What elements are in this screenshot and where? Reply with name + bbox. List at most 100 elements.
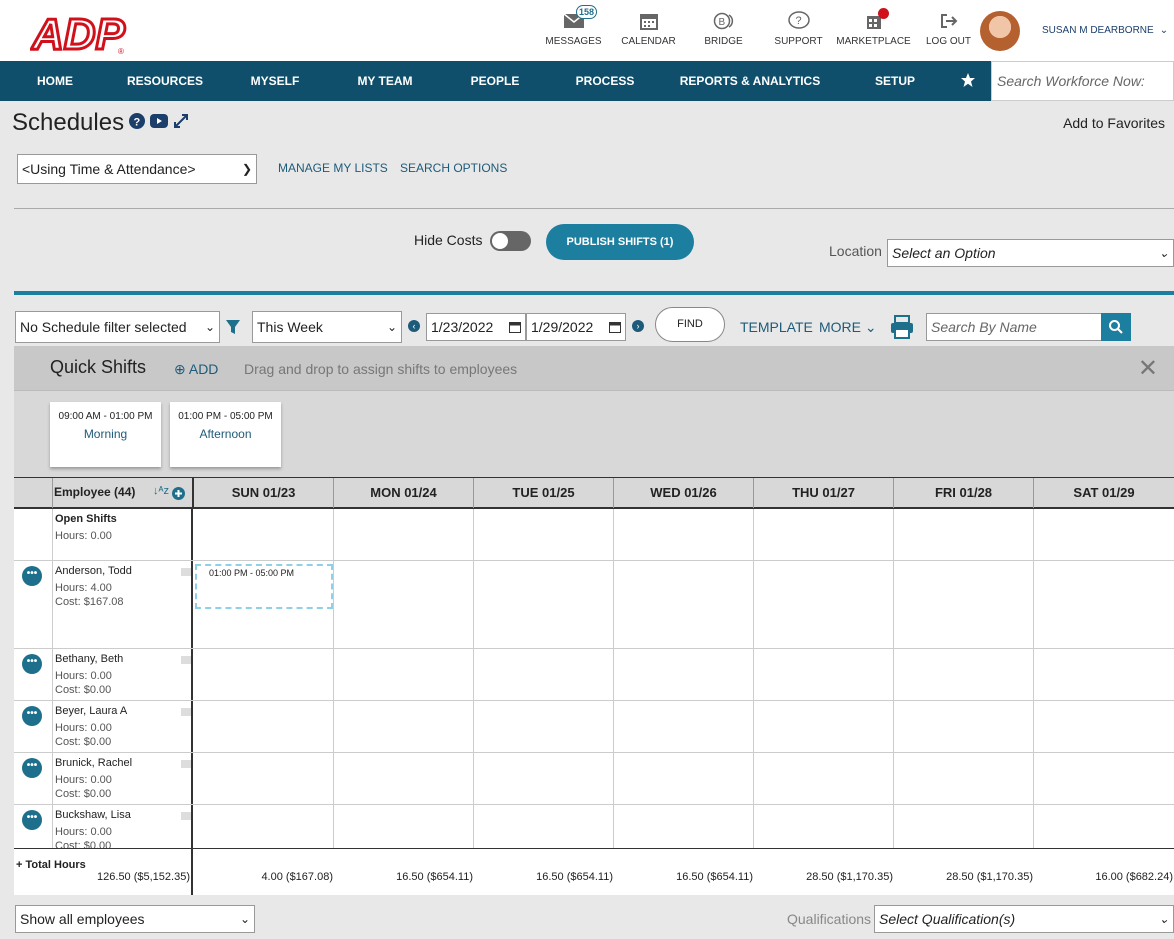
add-employee-icon[interactable] [172,487,185,500]
template-link[interactable]: TEMPLATE [740,319,813,335]
quick-shift-card-afternoon[interactable]: 01:00 PM - 05:00 PM Afternoon [170,402,281,467]
chevron-down-icon: ⌄ [1159,25,1169,36]
open-shifts-hours: Hours: 0.00 [55,530,112,542]
day-header-sun: SUN 01/23 [192,478,333,508]
svg-text:®: ® [118,47,124,55]
quick-shift-card-morning[interactable]: 09:00 AM - 01:00 PM Morning [50,402,161,467]
flag-icon[interactable] [181,568,191,576]
nav-my-team[interactable]: MY TEAM [344,61,426,101]
employee-cost: Cost: $167.08 [55,596,124,608]
nav-process[interactable]: PROCESS [564,61,646,101]
filter-icon[interactable] [225,319,241,335]
marketplace-notification-dot [878,8,889,19]
search-button[interactable] [1101,313,1131,341]
flag-icon[interactable] [181,812,191,820]
employee-name[interactable]: Buckshaw, Lisa [55,809,131,821]
employee-actions-icon[interactable]: ••• [22,654,42,674]
list-select[interactable]: <Using Time & Attendance> ❯ [17,154,257,184]
week-select-value: This Week [257,319,323,335]
add-to-favorites-link[interactable]: Add to Favorites [1063,115,1165,131]
employee-actions-icon[interactable]: ••• [22,758,42,778]
employee-name[interactable]: Beyer, Laura A [55,705,127,717]
avatar[interactable] [980,11,1020,51]
employee-name[interactable]: Brunick, Rachel [55,757,132,769]
print-icon[interactable] [889,314,915,340]
nav-home[interactable]: HOME [16,61,94,101]
nav-myself[interactable]: MYSELF [234,61,316,101]
show-employees-select[interactable]: Show all employees ⌄ [15,905,255,933]
day-total-sun: 4.00 ($167.08) [261,871,333,883]
add-quick-shift-button[interactable]: ⊕ ADD [174,361,218,378]
end-date-input[interactable]: 1/29/2022 [526,313,626,341]
hide-costs-toggle[interactable] [490,231,531,251]
qualifications-select[interactable]: Select Qualification(s) ⌄ [874,905,1174,933]
employee-column-header: Employee (44) [54,485,136,499]
calendar-icon [611,10,686,32]
employee-cost: Cost: $0.00 [55,788,112,800]
nav-people[interactable]: PEOPLE [454,61,536,101]
video-icon[interactable] [150,114,168,128]
week-select[interactable]: This Week ⌄ [252,311,402,343]
day-header-sat: SAT 01/29 [1033,478,1174,508]
total-hours-toggle[interactable]: + Total Hours [16,859,86,871]
chevron-down-icon: ⌄ [864,319,877,335]
envelope-icon [536,10,611,32]
manage-my-lists-link[interactable]: MANAGE MY LISTS [278,161,388,175]
help-icon[interactable]: ? [129,113,145,129]
search-by-name-placeholder: Search By Name [931,319,1037,335]
employee-name[interactable]: Bethany, Beth [55,653,123,665]
svg-text:?: ? [134,117,141,129]
logo-text: ADP [31,10,126,55]
workforce-search-placeholder: Search Workforce Now: [997,73,1145,89]
sort-alpha-icon[interactable]: ↓ᴬz [153,485,169,497]
divider [14,208,1174,209]
day-header-fri: FRI 01/28 [893,478,1033,508]
nav-reports-analytics[interactable]: REPORTS & ANALYTICS [666,61,834,101]
favorites-star-icon[interactable] [960,72,976,88]
close-icon[interactable]: ✕ [1138,354,1158,383]
user-menu[interactable]: SUSAN M DEARBORNE ⌄ [1042,25,1168,36]
calendar-icon[interactable] [609,321,621,333]
logout-link[interactable]: LOG OUT [911,10,986,47]
calendar-link[interactable]: CALENDAR [611,10,686,47]
employee-actions-icon[interactable]: ••• [22,566,42,586]
search-options-link[interactable]: SEARCH OPTIONS [400,161,507,175]
employee-hours: Hours: 0.00 [55,670,112,682]
flag-icon[interactable] [181,708,191,716]
previous-week-icon[interactable]: ‹ [408,320,420,332]
location-select[interactable]: Select an Option ⌄ [887,239,1174,267]
nav-setup[interactable]: SETUP [856,61,934,101]
marketplace-link[interactable]: MARKETPLACE [836,8,911,47]
calendar-icon[interactable] [509,321,521,333]
plus-circle-icon: ⊕ [174,361,186,377]
show-employees-value: Show all employees [20,911,145,927]
search-by-name-input[interactable]: Search By Name [926,313,1102,341]
bridge-link[interactable]: B BRIDGE [686,10,761,47]
next-week-icon[interactable]: › [632,320,644,332]
employee-actions-icon[interactable]: ••• [22,810,42,830]
more-menu[interactable]: MORE ⌄ [819,319,877,336]
start-date-input[interactable]: 1/23/2022 [426,313,526,341]
support-link[interactable]: ? SUPPORT [761,10,836,47]
messages-link[interactable]: 158 MESSAGES [536,5,611,47]
workforce-search-input[interactable]: Search Workforce Now: [991,61,1174,101]
qualifications-label: Qualifications [787,911,872,927]
nav-resources[interactable]: RESOURCES [114,61,216,101]
chevron-down-icon: ⌄ [386,320,397,334]
assigned-shift[interactable]: 01:00 PM - 05:00 PM [195,564,333,609]
chevron-down-icon: ⌄ [1158,912,1169,926]
employee-name[interactable]: Anderson, Todd [55,565,132,577]
qualifications-value: Select Qualification(s) [879,911,1016,927]
adp-logo[interactable]: ADP ® [30,9,130,55]
location-select-value: Select an Option [892,245,996,261]
day-total-tue: 16.50 ($654.11) [536,871,613,883]
find-button[interactable]: FIND [655,307,725,342]
expand-icon[interactable] [173,113,189,129]
employee-actions-icon[interactable]: ••• [22,706,42,726]
publish-shifts-button[interactable]: PUBLISH SHIFTS (1) [546,224,694,260]
bridge-label: BRIDGE [704,36,743,47]
shift-name: Morning [83,427,128,441]
schedule-filter-select[interactable]: No Schedule filter selected ⌄ [15,311,220,343]
flag-icon[interactable] [181,656,191,664]
flag-icon[interactable] [181,760,191,768]
